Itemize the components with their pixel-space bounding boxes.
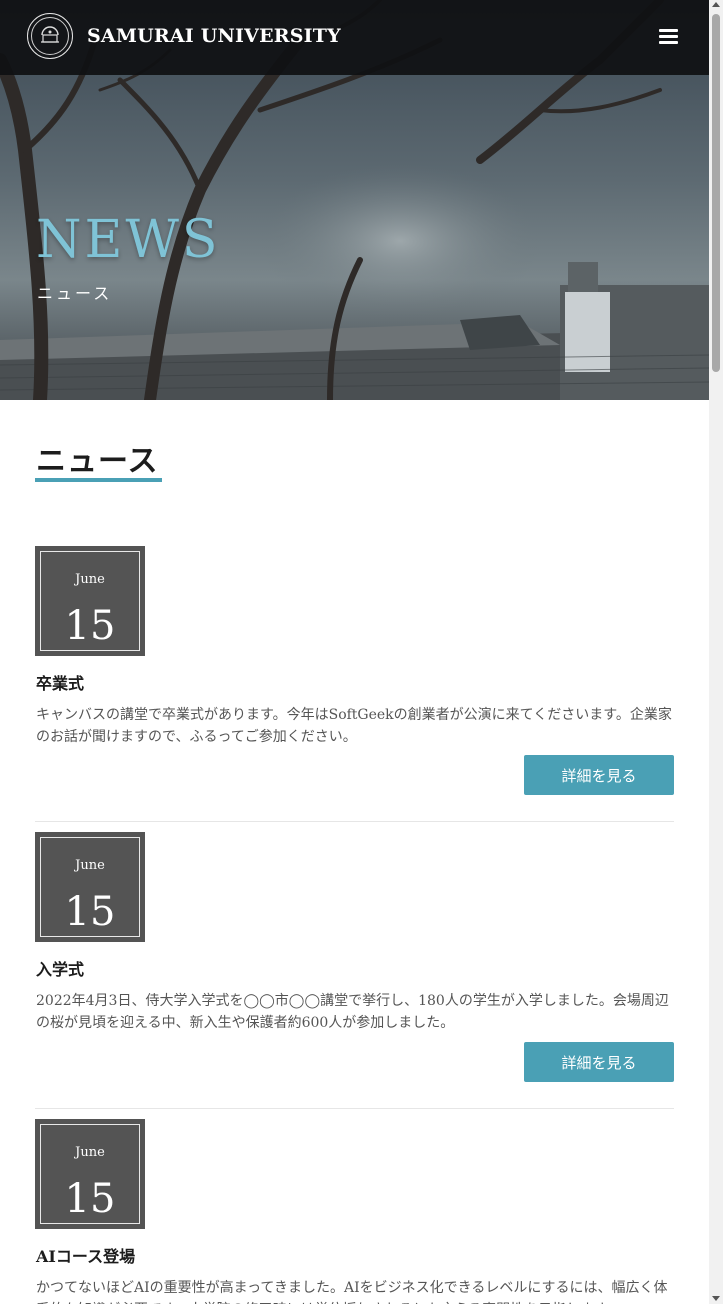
news-title: AIコース登場	[36, 1247, 136, 1266]
section-title: ニュース	[36, 444, 159, 479]
scrollbar-thumb[interactable]	[712, 14, 720, 372]
scroll-down-arrow-icon[interactable]	[712, 1296, 720, 1301]
university-seal-icon[interactable]	[27, 13, 73, 59]
site-header: SAMURAI UNIVERSITY	[0, 0, 709, 75]
hero-title: NEWS	[36, 210, 221, 270]
news-title: 入学式	[36, 960, 85, 979]
scroll-up-arrow-icon[interactable]	[712, 2, 720, 7]
brand-name[interactable]: SAMURAI UNIVERSITY	[87, 25, 341, 47]
hero-subtitle: ニュース	[37, 284, 113, 303]
section-title-underline	[35, 478, 162, 482]
news-item: June 15 AIコース登場 かつてないほどAIの重要性が高まってきました。A…	[35, 1119, 674, 1304]
date-badge: June 15	[35, 546, 145, 656]
date-month: June	[75, 858, 105, 873]
view-details-button[interactable]: 詳細を見る	[524, 755, 674, 795]
view-details-button[interactable]: 詳細を見る	[524, 1042, 674, 1082]
hamburger-menu-icon[interactable]	[659, 26, 681, 48]
date-badge: June 15	[35, 832, 145, 942]
news-title: 卒業式	[36, 674, 85, 693]
page: NEWS ニュース SAMURAI UNIVERSITY ニュース June 1…	[0, 0, 709, 1304]
date-month: June	[75, 572, 105, 587]
date-day: 15	[64, 889, 116, 935]
date-day: 15	[64, 1176, 116, 1222]
news-body: キャンバスの講堂で卒業式があります。今年はSoftGeekの創業者が公演に来てく…	[36, 707, 672, 745]
news-item: June 15 入学式 2022年4月3日、侍大学入学式を◯◯市◯◯講堂で挙行し…	[35, 832, 674, 1092]
news-body: かつてないほどAIの重要性が高まってきました。AIをビジネス化できるレベルにする…	[36, 1280, 668, 1304]
date-month: June	[75, 1145, 105, 1160]
date-badge: June 15	[35, 1119, 145, 1229]
vertical-scrollbar[interactable]	[709, 0, 723, 1304]
news-item: June 15 卒業式 キャンバスの講堂で卒業式があります。今年はSoftGee…	[35, 546, 674, 806]
divider	[35, 1108, 674, 1109]
divider	[35, 821, 674, 822]
date-day: 15	[64, 603, 116, 649]
news-body: 2022年4月3日、侍大学入学式を◯◯市◯◯講堂で挙行し、180人の学生が入学し…	[36, 993, 669, 1031]
